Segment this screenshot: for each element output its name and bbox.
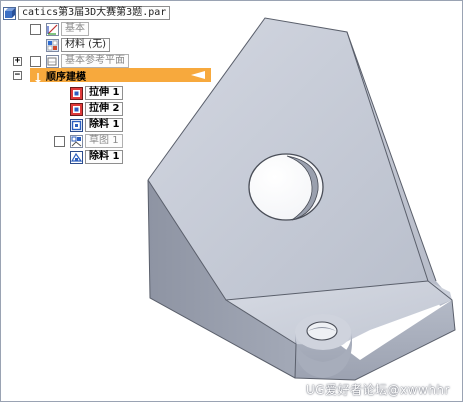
ref-planes-checkbox[interactable] <box>30 56 41 67</box>
ref-planes-icon <box>46 54 59 68</box>
ref-planes-expander[interactable]: + <box>13 57 22 66</box>
ordered-modeling-icon <box>33 69 43 83</box>
feature-label: 草图 1 <box>85 134 123 148</box>
feature-index: 1 <box>112 119 120 130</box>
feature-name: 拉伸 <box>89 103 109 114</box>
base-icon <box>46 22 59 36</box>
feature-index: 2 <box>112 103 120 114</box>
ordered-modeling-expander[interactable]: − <box>13 71 22 80</box>
ref-planes-label: 基本参考平面 <box>61 54 129 68</box>
tree-item-base[interactable]: 基本 <box>46 22 89 36</box>
feature-name: 除料 <box>89 119 109 130</box>
sketch-checkbox[interactable] <box>54 136 65 147</box>
feature-label: 拉伸 2 <box>85 102 124 116</box>
cutout-icon <box>70 150 83 164</box>
feature-label: 拉伸 1 <box>85 86 124 100</box>
feature-index: 1 <box>112 135 119 146</box>
tree-item-feature[interactable]: 拉伸 2 <box>70 102 124 116</box>
feature-index: 1 <box>112 151 120 162</box>
ordered-modeling-label: 顺序建模 <box>46 71 86 83</box>
base-checkbox[interactable] <box>30 24 41 35</box>
feature-index: 1 <box>112 87 120 98</box>
feature-name: 草图 <box>89 135 109 146</box>
feature-label: 除料 1 <box>85 150 124 164</box>
tree-item-feature[interactable]: 除料 1 <box>70 150 124 164</box>
tree-item-feature[interactable]: 除料 1 <box>70 118 124 132</box>
small-hole[interactable] <box>306 321 338 341</box>
material-label: 材料 (无) <box>61 38 110 52</box>
base-label: 基本 <box>61 22 89 36</box>
tree-item-sketch[interactable]: 草图 1 <box>70 134 123 148</box>
sketch-icon <box>70 134 83 148</box>
tree-item-ref-planes[interactable]: 基本参考平面 <box>46 54 129 68</box>
tree-item-ordered-modeling[interactable]: 顺序建模 <box>30 68 211 83</box>
feature-name: 除料 <box>89 151 109 162</box>
watermark: UG爱好者论坛@xwwhhr <box>306 383 450 397</box>
root-file-label: catics第3届3D大赛第3题.par <box>18 6 171 20</box>
feature-name: 拉伸 <box>89 87 109 98</box>
rollback-arrow-icon[interactable] <box>191 71 205 79</box>
tree-item-material[interactable]: 材料 (无) <box>46 38 110 52</box>
tree-item-feature[interactable]: 拉伸 1 <box>70 86 124 100</box>
extrude-icon <box>70 102 83 116</box>
part-file-icon <box>3 6 16 20</box>
cutout-icon <box>70 118 83 132</box>
feature-label: 除料 1 <box>85 118 124 132</box>
tree-root-item[interactable]: catics第3届3D大赛第3题.par <box>3 6 171 20</box>
material-icon <box>46 38 59 52</box>
extrude-icon <box>70 86 83 100</box>
